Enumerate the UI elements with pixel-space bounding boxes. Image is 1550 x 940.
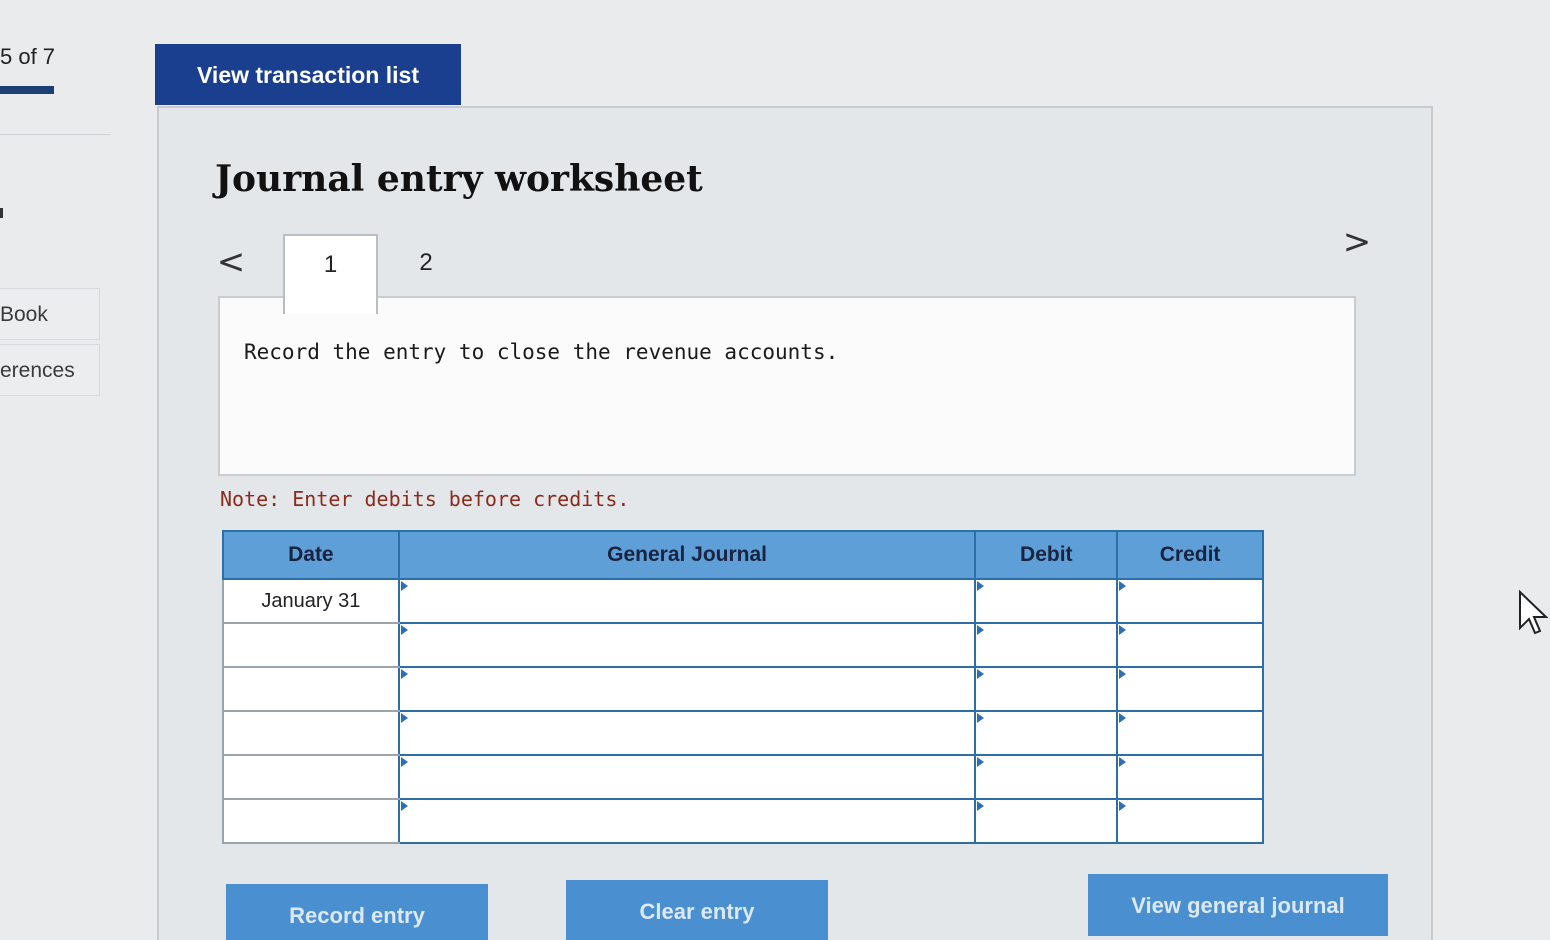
- dropdown-marker-icon: [1119, 625, 1127, 635]
- dropdown-marker-icon: [400, 669, 408, 679]
- header-debit: Debit: [974, 530, 1119, 580]
- date-cell: [222, 666, 400, 712]
- credit-input-cell[interactable]: [1116, 710, 1264, 756]
- table-row: [222, 754, 1264, 800]
- dropdown-marker-icon: [977, 801, 985, 811]
- date-cell: [222, 754, 400, 800]
- dropdown-marker-icon: [977, 669, 985, 679]
- dropdown-marker-icon: [977, 713, 985, 723]
- dropdown-marker-icon: [400, 713, 408, 723]
- debit-input-cell[interactable]: [974, 710, 1119, 756]
- table-row: [222, 710, 1264, 756]
- instruction-text: Record the entry to close the revenue ac…: [244, 340, 839, 364]
- date-cell: [222, 798, 400, 844]
- dropdown-marker-icon: [400, 581, 408, 591]
- credit-input-cell[interactable]: [1116, 798, 1264, 844]
- dropdown-marker-icon: [400, 625, 408, 635]
- question-progress-label: 5 of 7: [0, 44, 56, 69]
- table-row: [222, 798, 1264, 844]
- header-credit: Credit: [1116, 530, 1264, 580]
- dropdown-marker-icon: [400, 757, 408, 767]
- account-input-cell[interactable]: [397, 578, 977, 624]
- debit-input-cell[interactable]: [974, 798, 1119, 844]
- dropdown-marker-icon: [1119, 713, 1127, 723]
- record-entry-button[interactable]: Record entry: [226, 884, 488, 940]
- credit-input-cell[interactable]: [1116, 622, 1264, 668]
- header-date: Date: [222, 530, 400, 580]
- debit-input-cell[interactable]: [974, 622, 1119, 668]
- debit-credit-note: Note: Enter debits before credits.: [220, 487, 630, 511]
- dropdown-marker-icon: [1119, 801, 1127, 811]
- journal-header-row: Date General Journal Debit Credit: [222, 530, 1264, 580]
- account-input-cell[interactable]: [397, 754, 977, 800]
- debit-input-cell[interactable]: [974, 754, 1119, 800]
- clear-entry-button[interactable]: Clear entry: [566, 880, 828, 940]
- dropdown-marker-icon: [977, 757, 985, 767]
- account-input-cell[interactable]: [397, 666, 977, 712]
- view-transaction-list-button[interactable]: View transaction list: [155, 44, 461, 105]
- prev-arrow-icon[interactable]: <: [214, 242, 248, 282]
- page: 5 of 7 Book erences View transaction lis…: [0, 0, 1550, 940]
- progress-bar: [0, 86, 54, 94]
- tab-1[interactable]: 1: [283, 234, 378, 314]
- dropdown-marker-icon: [1119, 669, 1127, 679]
- view-general-journal-button[interactable]: View general journal: [1088, 874, 1388, 936]
- date-cell: January 31: [222, 578, 400, 624]
- dropdown-marker-icon: [977, 581, 985, 591]
- mouse-pointer-icon: [1519, 589, 1548, 635]
- next-arrow-icon[interactable]: >: [1340, 222, 1374, 262]
- sidebar-item-book[interactable]: Book: [0, 288, 100, 340]
- table-row: [222, 666, 1264, 712]
- dropdown-marker-icon: [1119, 757, 1127, 767]
- credit-input-cell[interactable]: [1116, 578, 1264, 624]
- sidebar-marker: [0, 208, 3, 218]
- table-row: January 31: [222, 578, 1264, 624]
- date-cell: [222, 710, 400, 756]
- sidebar-divider: [0, 134, 110, 135]
- instruction-box: [218, 296, 1356, 476]
- worksheet-title: Journal entry worksheet: [215, 158, 703, 200]
- debit-input-cell[interactable]: [974, 578, 1119, 624]
- account-input-cell[interactable]: [397, 622, 977, 668]
- header-general-journal: General Journal: [397, 530, 977, 580]
- debit-input-cell[interactable]: [974, 666, 1119, 712]
- journal-table: Date General Journal Debit Credit Januar…: [222, 530, 1264, 844]
- account-input-cell[interactable]: [397, 798, 977, 844]
- credit-input-cell[interactable]: [1116, 754, 1264, 800]
- dropdown-marker-icon: [977, 625, 985, 635]
- date-cell: [222, 622, 400, 668]
- credit-input-cell[interactable]: [1116, 666, 1264, 712]
- account-input-cell[interactable]: [397, 710, 977, 756]
- sidebar-item-references[interactable]: erences: [0, 344, 100, 396]
- dropdown-marker-icon: [1119, 581, 1127, 591]
- table-row: [222, 622, 1264, 668]
- dropdown-marker-icon: [400, 801, 408, 811]
